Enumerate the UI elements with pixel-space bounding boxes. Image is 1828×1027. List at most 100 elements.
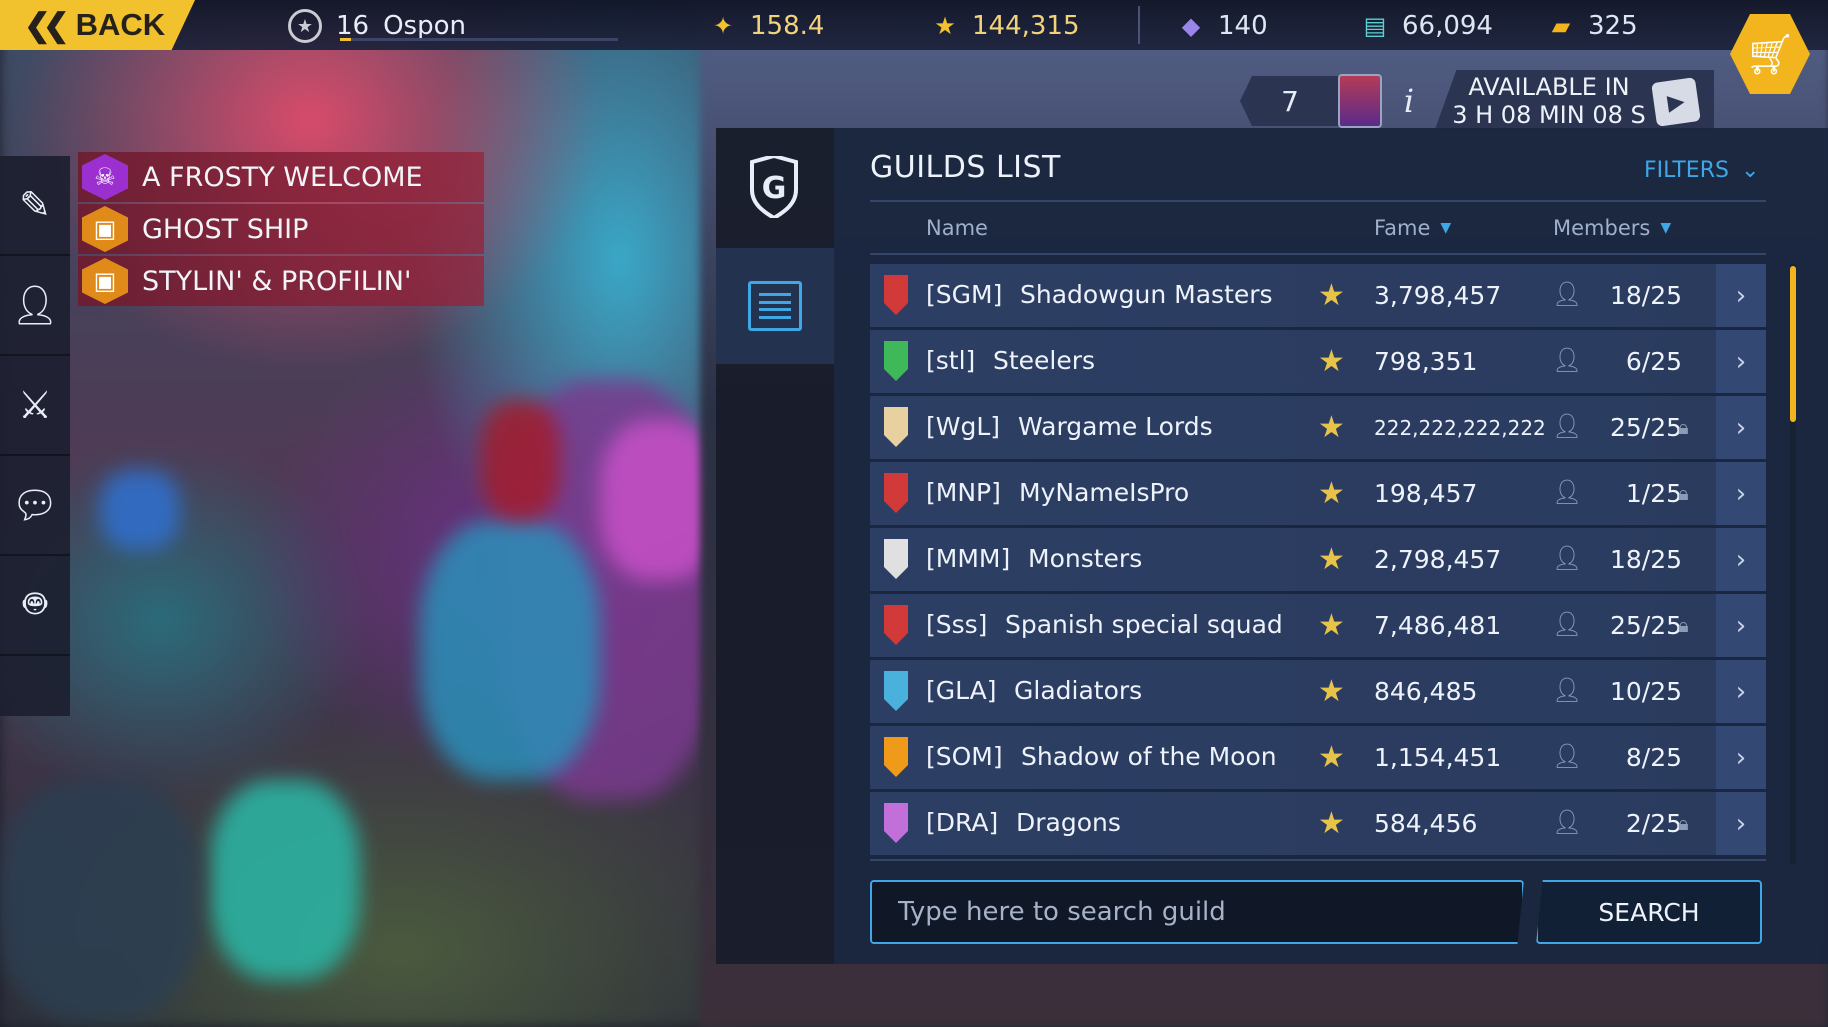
quest-item[interactable]: ▣ GHOST SHIP [78,204,484,254]
offer-count: 7 [1240,76,1340,126]
guild-emblem-icon [884,671,908,711]
player-name: Ospon [383,11,466,41]
guild-members: 6/25 [1625,347,1682,376]
divider [870,859,1766,861]
info-icon[interactable]: i [1384,76,1434,126]
guild-name: Spanish special squad [1005,610,1283,639]
quest-label: GHOST SHIP [142,213,309,245]
fame-star-icon: ★ [1318,410,1345,445]
wings-icon: ✦ [712,12,734,40]
guild-fame: 2,798,457 [1374,545,1502,574]
chevron-right-icon[interactable]: › [1716,264,1766,327]
guild-emblem-icon [884,605,908,645]
quest-log-icon[interactable]: ✎ [0,156,70,256]
guild-row[interactable]: [GLA] Gladiators ★ 846,485 👤︎ 10/25 › [870,660,1766,723]
chevron-right-icon[interactable]: › [1716,594,1766,657]
guild-members: 2/25 [1625,809,1682,838]
guild-search-input[interactable] [870,880,1524,944]
list-icon [748,281,802,331]
guild-row[interactable]: [Sss] Spanish special squad ★ 7,486,481 👤︎ 25… [870,594,1766,657]
friends-icon[interactable]: 👤︎ [0,256,70,356]
robot-icon[interactable]: 🤖︎ [0,556,70,656]
guild-tag: [MMM] [926,544,1011,573]
chevron-right-icon[interactable]: › [1716,462,1766,525]
guild-members: 18/25 [1609,545,1682,574]
cash-value: 66,094 [1402,11,1493,41]
chevron-right-icon[interactable]: › [1716,792,1766,855]
members-icon: 👤︎ [1552,808,1583,836]
members-icon: 👤︎ [1552,478,1583,506]
column-header-members[interactable]: Members ▼ [1553,216,1671,240]
search-button[interactable]: SEARCH [1536,880,1762,944]
crystals-counter[interactable]: ◆ 140 [1174,8,1268,44]
guild-row[interactable]: [MMM] Monsters ★ 2,798,457 👤︎ 18/25 › [870,528,1766,591]
quest-label: A FROSTY WELCOME [142,161,423,193]
guild-name: Monsters [1028,544,1143,573]
guild-name: Shadowgun Masters [1020,280,1273,309]
available-countdown: 3 H 08 MIN 08 S [1452,101,1646,129]
left-rail: ✎ 👤︎ ⚔ 💬︎ 🤖︎ [0,156,70,716]
panel-title: GUILDS LIST [870,150,1061,185]
chevron-right-icon[interactable]: › [1716,396,1766,459]
cash-counter[interactable]: ▤ 66,094 [1358,8,1493,44]
topbar-divider [1138,6,1140,44]
quest-item[interactable]: ▣ STYLIN' & PROFILIN' [78,256,484,306]
guild-fame: 198,457 [1374,479,1478,508]
sort-down-icon: ▼ [1440,220,1452,236]
crystal-cube-icon: ◆ [1181,12,1201,40]
fame-counter: ★ 144,315 [928,8,1080,44]
crossed-swords-icon[interactable]: ⚔ [0,356,70,456]
members-icon: 👤︎ [1552,742,1583,770]
guild-list-tab[interactable] [716,248,834,364]
fame-star-icon: ★ [1318,740,1345,775]
gold-bars-icon: ▰ [1551,12,1571,40]
divider [870,253,1766,255]
available-label: AVAILABLE IN [1468,73,1630,101]
gold-counter[interactable]: ▰ 325 [1544,8,1638,44]
lock-icon: 🔒︎ [1678,811,1689,835]
filters-dropdown[interactable]: FILTERS ⌄ [1644,158,1759,183]
double-chevron-left-icon: ❮❮ [24,7,70,43]
chat-icon[interactable]: 💬︎ [0,456,70,556]
watch-video-icon[interactable]: ▶ [1651,77,1701,127]
scrollbar-thumb[interactable] [1790,266,1796,422]
guild-row[interactable]: [MNP] MyNameIsPro ★ 198,457 👤︎ 1/25 🔒︎ › [870,462,1766,525]
guild-row[interactable]: [SOM] Shadow of the Moon ★ 1,154,451 👤︎ 8/25 › [870,726,1766,789]
lock-icon: 🔒︎ [1678,481,1689,505]
chevron-right-icon[interactable]: › [1716,528,1766,591]
rating-counter: ✦ 158.4 [706,8,825,44]
guild-row[interactable]: [WgL] Wargame Lords ★ 222,222,222,222 👤︎ 25/2… [870,396,1766,459]
back-button[interactable]: ❮❮ BACK [0,0,195,50]
chevron-right-icon[interactable]: › [1716,330,1766,393]
members-icon: 👤︎ [1552,280,1583,308]
guild-tag: [Sss] [926,610,988,639]
guild-name: Dragons [1016,808,1121,837]
members-icon: 👤︎ [1552,676,1583,704]
guild-emblem-icon [884,407,908,447]
guild-row[interactable]: [DRA] Dragons ★ 584,456 👤︎ 2/25 🔒︎ › [870,792,1766,855]
guild-row[interactable]: [SGM] Shadowgun Masters ★ 3,798,457 👤︎ 18/25 › [870,264,1766,327]
offer-card-icon[interactable] [1338,74,1382,128]
fame-star-icon: ★ [1318,806,1345,841]
guild-logo-icon: G [748,156,800,218]
guild-fame: 1,154,451 [1374,743,1502,772]
back-label: BACK [75,7,166,42]
guild-fame: 584,456 [1374,809,1478,838]
guild-emblem-icon [884,275,908,315]
quest-item[interactable]: ☠ A FROSTY WELCOME [78,152,484,202]
fame-value: 144,315 [972,11,1080,41]
chevron-right-icon[interactable]: › [1716,726,1766,789]
fame-star-icon: ★ [1318,344,1345,379]
filters-label: FILTERS [1644,158,1729,183]
chevron-right-icon[interactable]: › [1716,660,1766,723]
crystals-value: 140 [1218,11,1268,41]
guild-fame: 798,351 [1374,347,1478,376]
column-label: Members [1553,216,1651,240]
guild-row[interactable]: [stl] Steelers ★ 798,351 👤︎ 6/25 › [870,330,1766,393]
column-header-fame[interactable]: Fame ▼ [1374,216,1451,240]
fame-star-icon: ★ [1318,542,1345,577]
lock-icon: 🔒︎ [1678,415,1689,439]
guild-emblem-icon [884,803,908,843]
guild-members: 10/25 [1609,677,1682,706]
members-icon: 👤︎ [1552,346,1583,374]
